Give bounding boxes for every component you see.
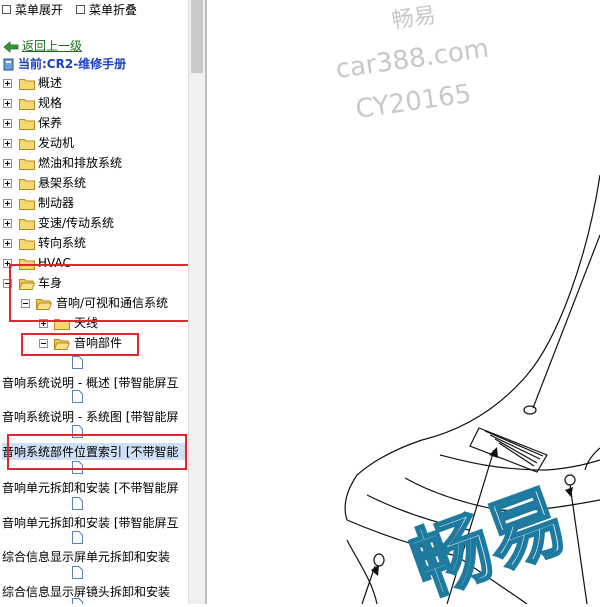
vent-outline — [469, 427, 548, 473]
watermark-big-logo: 畅易 — [401, 475, 578, 604]
doc-link-audio-overview[interactable]: 音响系统说明 - 概述 [带智能屏互 — [2, 374, 178, 391]
sensor-part — [523, 405, 537, 415]
highlight-box-location-index — [7, 434, 187, 470]
scrollbar-thumb[interactable] — [191, 0, 203, 73]
tree-panel: 菜单展开 菜单折叠 返回上一级 当前:CR2-维修手册 概述 规格 保养 发动机… — [0, 0, 188, 604]
expand-toggle-icon[interactable] — [3, 179, 12, 188]
doc-link-info-display-lens-removal[interactable]: 综合信息显示屏镜头拆卸和安装 — [2, 583, 170, 600]
vent-slats — [484, 430, 544, 467]
document-icon — [72, 598, 83, 604]
watermark-site: car388.com — [334, 34, 491, 85]
expand-toggle-icon[interactable] — [3, 239, 12, 248]
folder-icon — [19, 219, 35, 230]
expand-menu-button[interactable]: 菜单展开 — [2, 1, 63, 18]
leader-line-top — [532, 234, 600, 409]
tree-item-suspension[interactable]: 悬架系统 — [0, 174, 188, 192]
manual-book-icon — [3, 58, 14, 71]
expand-toggle-icon[interactable] — [3, 119, 12, 128]
folder-icon — [19, 179, 35, 190]
hood-front-line — [356, 439, 423, 476]
mount-part — [373, 553, 385, 567]
expand-toggle-icon[interactable] — [3, 159, 12, 168]
folder-icon — [19, 159, 35, 170]
expand-square-icon — [2, 5, 11, 14]
folder-icon — [19, 139, 35, 150]
menu-toolbar: 菜单展开 菜单折叠 — [0, 0, 188, 18]
tree-item-specs[interactable]: 规格 — [0, 94, 188, 112]
folder-icon — [19, 99, 35, 110]
doc-link-audio-system-diagram[interactable]: 音响系统说明 - 系统图 [带智能屏 — [2, 408, 178, 425]
tree-scrollbar[interactable] — [188, 0, 206, 604]
collapse-square-icon — [76, 5, 85, 14]
folder-icon — [19, 119, 35, 130]
tree-item-overview[interactable]: 概述 — [0, 74, 188, 92]
tree-item-brakes[interactable]: 制动器 — [0, 194, 188, 212]
car-body-line-drawing: 畅易 car388.com CY20165 畅易 — [334, 3, 600, 607]
expand-toggle-icon[interactable] — [3, 219, 12, 228]
pillar-line — [584, 447, 600, 471]
tree-item-steering[interactable]: 转向系统 — [0, 234, 188, 252]
tree-item-engine[interactable]: 发动机 — [0, 134, 188, 152]
watermark-brand: 畅易 — [390, 3, 437, 34]
hood-edge-line — [421, 174, 600, 441]
highlight-box-body-audio — [9, 264, 188, 322]
expand-toggle-icon[interactable] — [3, 139, 12, 148]
doc-link-audio-unit-removal-screen[interactable]: 音响单元拆卸和安装 [带智能屏互 — [2, 514, 179, 531]
document-icon — [72, 497, 83, 510]
collapse-menu-button[interactable]: 菜单折叠 — [76, 1, 137, 18]
watermark-code: CY20165 — [354, 79, 473, 125]
fender-line — [344, 474, 358, 521]
tree-item-fuel-emission[interactable]: 燃油和排放系统 — [0, 154, 188, 172]
document-icon — [72, 356, 83, 369]
clip-part — [564, 474, 576, 486]
expand-toggle-icon[interactable] — [3, 199, 12, 208]
document-icon — [72, 531, 83, 544]
arrow-head-middle — [489, 447, 498, 458]
document-icon — [72, 390, 83, 403]
current-manual-label: 当前:CR2-维修手册 — [3, 55, 126, 72]
component-location-drawing: 畅易 car388.com CY20165 畅易 — [207, 0, 600, 607]
tree-item-maintenance[interactable]: 保养 — [0, 114, 188, 132]
expand-toggle-icon[interactable] — [3, 99, 12, 108]
back-link[interactable]: 返回上一级 — [3, 37, 82, 54]
doc-link-info-display-removal[interactable]: 综合信息显示屏单元拆卸和安装 — [2, 548, 170, 565]
highlight-box-audio-components — [21, 333, 139, 356]
folder-icon — [19, 79, 35, 90]
document-icon — [72, 566, 83, 579]
expand-toggle-icon[interactable] — [3, 79, 12, 88]
folder-icon — [19, 239, 35, 250]
doc-link-audio-unit-removal-no-screen[interactable]: 音响单元拆卸和安装 [不带智能屏 — [2, 479, 179, 496]
tree-item-transmission[interactable]: 变速/传动系统 — [0, 214, 188, 232]
back-arrow-icon — [3, 40, 19, 53]
folder-icon — [19, 199, 35, 210]
